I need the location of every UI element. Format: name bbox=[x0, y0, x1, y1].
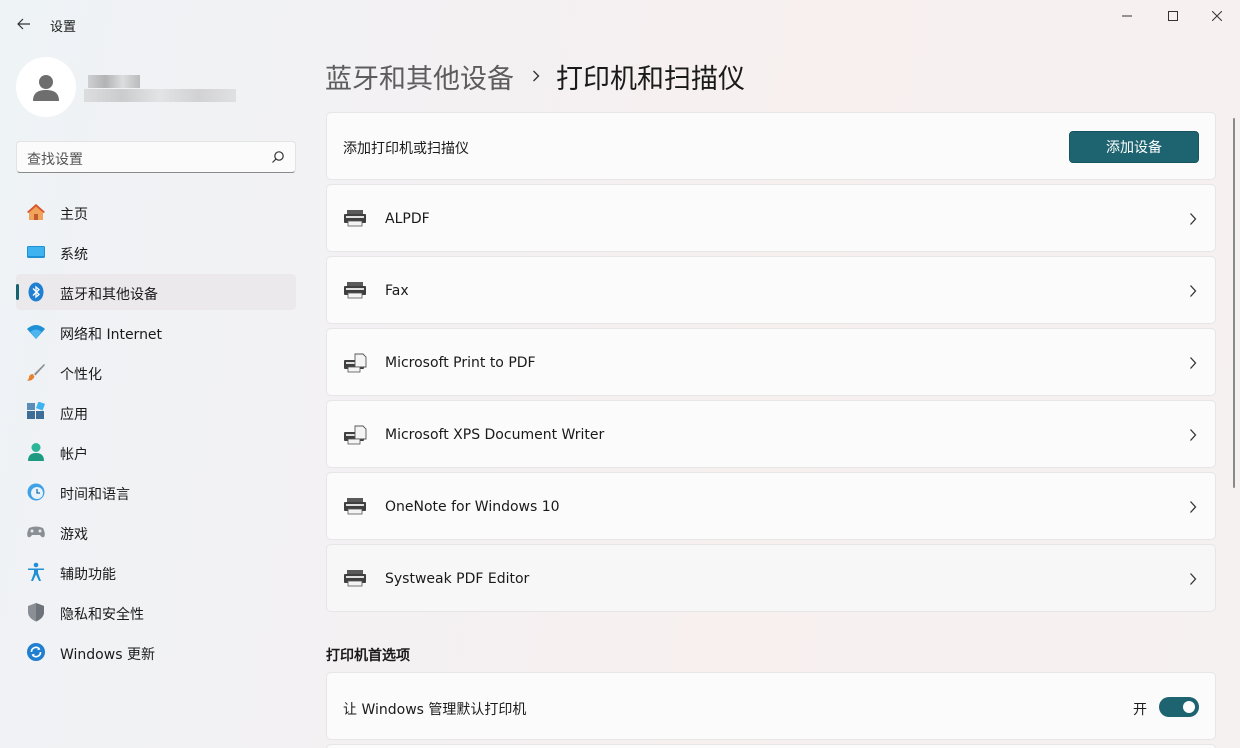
sidebar-item-network[interactable]: 网络和 Internet bbox=[16, 314, 296, 350]
user-avatar-icon bbox=[33, 75, 59, 101]
printer-document-icon bbox=[344, 353, 367, 373]
back-button[interactable] bbox=[8, 8, 40, 40]
toggle-state-label: 开 bbox=[1133, 702, 1147, 718]
title-bar: 设置 bbox=[0, 0, 1240, 48]
printer-name: OneNote for Windows 10 bbox=[385, 499, 560, 515]
printer-name: Fax bbox=[385, 283, 409, 299]
next-setting-card-partial bbox=[326, 744, 1216, 748]
printer-name: ALPDF bbox=[385, 211, 430, 227]
wifi-icon bbox=[27, 325, 45, 339]
breadcrumb: 蓝牙和其他设备 打印机和扫描仪 bbox=[325, 57, 745, 96]
brush-icon bbox=[27, 364, 45, 381]
chevron-right-icon bbox=[1190, 573, 1197, 585]
accessibility-icon bbox=[28, 562, 44, 581]
sidebar-item-accessibility[interactable]: 辅助功能 bbox=[16, 554, 296, 590]
sidebar-item-label: 系统 bbox=[60, 247, 88, 263]
manage-default-printer-card: 让 Windows 管理默认打印机 开 bbox=[326, 672, 1216, 740]
page-title: 打印机和扫描仪 bbox=[556, 63, 745, 95]
sidebar-item-label: 辅助功能 bbox=[60, 567, 116, 583]
user-email-redacted bbox=[84, 89, 236, 102]
manage-default-printer-toggle[interactable] bbox=[1159, 697, 1199, 717]
printer-preferences-heading: 打印机首选项 bbox=[326, 648, 410, 664]
home-icon bbox=[27, 204, 45, 220]
system-icon bbox=[27, 246, 45, 258]
manage-default-printer-label: 让 Windows 管理默认打印机 bbox=[343, 702, 527, 718]
add-printer-label: 添加打印机或扫描仪 bbox=[343, 141, 469, 157]
printer-icon bbox=[344, 570, 366, 587]
sidebar-item-label: 主页 bbox=[60, 207, 88, 223]
chevron-right-icon bbox=[1190, 213, 1197, 225]
sidebar-nav: 主页 系统 蓝牙和其他设备 网络和 Internet 个性化 应用 帐户 时间和… bbox=[16, 194, 296, 674]
printer-icon bbox=[344, 282, 366, 299]
sidebar-item-home[interactable]: 主页 bbox=[16, 194, 296, 230]
printer-name: Microsoft Print to PDF bbox=[385, 355, 536, 371]
user-profile[interactable] bbox=[16, 57, 296, 117]
update-icon bbox=[27, 643, 45, 661]
printer-icon bbox=[344, 210, 366, 227]
sidebar-item-windows-update[interactable]: Windows 更新 bbox=[16, 634, 296, 670]
breadcrumb-parent-link[interactable]: 蓝牙和其他设备 bbox=[325, 57, 514, 96]
sidebar-item-privacy[interactable]: 隐私和安全性 bbox=[16, 594, 296, 630]
sidebar-item-time-language[interactable]: 时间和语言 bbox=[16, 474, 296, 510]
printer-name: Microsoft XPS Document Writer bbox=[385, 427, 605, 443]
time-language-icon bbox=[27, 483, 45, 501]
maximize-icon bbox=[1168, 11, 1178, 21]
sidebar-item-label: 个性化 bbox=[60, 367, 102, 383]
printer-row[interactable]: Microsoft Print to PDF bbox=[326, 328, 1216, 396]
printer-row[interactable]: ALPDF bbox=[326, 184, 1216, 252]
search-input[interactable]: 查找设置 bbox=[27, 149, 83, 169]
user-name-redacted bbox=[88, 75, 140, 88]
maximize-button[interactable] bbox=[1150, 0, 1196, 32]
shield-icon bbox=[28, 603, 44, 622]
sidebar-item-label: 蓝牙和其他设备 bbox=[60, 287, 158, 303]
sidebar-item-bluetooth-devices[interactable]: 蓝牙和其他设备 bbox=[16, 274, 296, 310]
printer-icon bbox=[344, 498, 366, 515]
chevron-right-icon bbox=[1190, 285, 1197, 297]
minimize-icon bbox=[1122, 15, 1132, 17]
avatar bbox=[16, 57, 76, 117]
toggle-knob bbox=[1183, 701, 1195, 713]
account-icon bbox=[28, 443, 44, 461]
printer-row[interactable]: Fax bbox=[326, 256, 1216, 324]
search-icon bbox=[272, 151, 284, 163]
back-arrow-icon bbox=[17, 18, 30, 30]
chevron-right-icon bbox=[533, 70, 540, 82]
printer-row[interactable]: OneNote for Windows 10 bbox=[326, 472, 1216, 540]
sidebar-item-label: 网络和 Internet bbox=[60, 327, 163, 343]
minimize-button[interactable] bbox=[1104, 0, 1150, 32]
printer-name: Systweak PDF Editor bbox=[385, 571, 530, 587]
add-printer-card: 添加打印机或扫描仪 添加设备 bbox=[326, 112, 1216, 180]
bluetooth-icon bbox=[28, 282, 44, 302]
scrollbar[interactable] bbox=[1233, 118, 1235, 488]
sidebar-item-system[interactable]: 系统 bbox=[16, 234, 296, 270]
add-device-button[interactable]: 添加设备 bbox=[1069, 131, 1199, 163]
sidebar-item-label: 时间和语言 bbox=[60, 487, 130, 503]
gamepad-icon bbox=[27, 526, 45, 538]
breadcrumb-separator bbox=[532, 70, 540, 82]
sidebar-item-personalization[interactable]: 个性化 bbox=[16, 354, 296, 390]
printer-document-icon bbox=[344, 425, 367, 445]
sidebar-item-apps[interactable]: 应用 bbox=[16, 394, 296, 430]
printer-row[interactable]: Microsoft XPS Document Writer bbox=[326, 400, 1216, 468]
sidebar-item-gaming[interactable]: 游戏 bbox=[16, 514, 296, 550]
apps-icon bbox=[27, 402, 45, 419]
printer-row[interactable]: Systweak PDF Editor bbox=[326, 544, 1216, 612]
sidebar-item-accounts[interactable]: 帐户 bbox=[16, 434, 296, 470]
close-button[interactable] bbox=[1194, 0, 1240, 32]
app-title: 设置 bbox=[50, 20, 77, 35]
sidebar-item-label: Windows 更新 bbox=[60, 647, 155, 663]
sidebar-item-label: 应用 bbox=[60, 407, 88, 423]
sidebar-item-label: 帐户 bbox=[60, 447, 88, 463]
chevron-right-icon bbox=[1190, 429, 1197, 441]
close-icon bbox=[1212, 11, 1222, 21]
sidebar-item-label: 隐私和安全性 bbox=[60, 607, 144, 623]
settings-search-box[interactable]: 查找设置 bbox=[16, 141, 296, 173]
sidebar-item-label: 游戏 bbox=[60, 527, 88, 543]
chevron-right-icon bbox=[1190, 357, 1197, 369]
chevron-right-icon bbox=[1190, 501, 1197, 513]
